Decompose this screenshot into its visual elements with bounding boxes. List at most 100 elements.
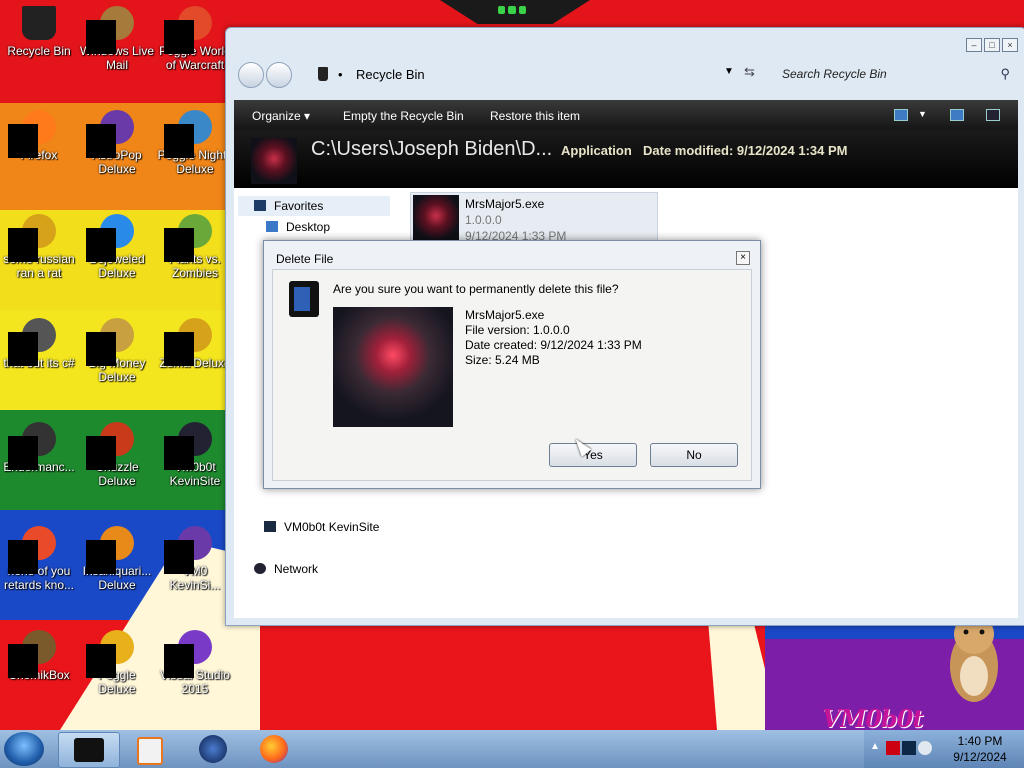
app-icon xyxy=(8,526,56,574)
dialog-close-button[interactable]: × xyxy=(736,251,750,265)
peggle-icon xyxy=(164,6,212,54)
chuzzle-icon xyxy=(86,422,134,470)
yes-button[interactable]: Yes xyxy=(549,443,637,467)
help-icon[interactable] xyxy=(986,109,1000,121)
gadget-indicator xyxy=(498,6,526,14)
nav-item-network[interactable]: Network xyxy=(254,562,318,576)
desktop-icon-label: Recycle Bin xyxy=(7,44,71,58)
date-modified: Date modified: 9/12/2024 1:34 PM xyxy=(643,143,848,158)
desktop-icon-item[interactable]: Peggle World of Warcraft xyxy=(156,2,234,72)
nav-item-favorites[interactable]: Favorites xyxy=(254,199,323,213)
forward-button[interactable] xyxy=(266,62,292,88)
file-version: 1.0.0.0 xyxy=(465,213,502,227)
minimize-button[interactable]: – xyxy=(966,38,982,52)
network-icon xyxy=(254,563,266,574)
file-item[interactable]: MrsMajor5.exe 1.0.0.0 9/12/2024 1:33 PM xyxy=(410,192,658,244)
nav-favorites-label: Favorites xyxy=(274,199,324,213)
desktop-icon-item[interactable]: Peggle Nights Deluxe xyxy=(156,106,234,176)
desktop-icon-item[interactable]: Visual Studio 2015 xyxy=(156,626,234,696)
desktop-icon-item[interactable]: Bejeweled Deluxe xyxy=(78,210,156,280)
file-path: C:\Users\Joseph Biden\D... xyxy=(311,138,553,160)
file-thumbnail xyxy=(251,138,297,184)
desktop-icon-item[interactable]: Big Money Deluxe xyxy=(78,314,156,384)
nav-item-kevinsite[interactable]: VM0b0t KevinSite xyxy=(264,520,379,534)
desktop-icon-item[interactable]: Windows Live Mail xyxy=(78,2,156,72)
close-button[interactable]: × xyxy=(1002,38,1018,52)
address-dropdown-icon[interactable]: ▼ xyxy=(724,66,734,77)
desktop-icon xyxy=(266,221,278,232)
desktop-icon-item[interactable]: Plants vs. Zombies xyxy=(156,210,234,280)
clock[interactable]: 1:40 PM 9/12/2024 xyxy=(936,733,1024,765)
command-bar: Organize ▾ Empty the Recycle Bin Restore… xyxy=(234,100,1018,130)
bejeweled-icon xyxy=(86,214,134,262)
search-icon[interactable]: ⚲ xyxy=(1000,66,1010,82)
desktop-icon-item[interactable]: Zuma Deluxe xyxy=(156,314,234,370)
search-input[interactable]: Search Recycle Bin ⚲ xyxy=(780,64,1012,84)
volume-icon[interactable] xyxy=(918,741,932,755)
window-controls: – □ × xyxy=(966,38,1018,52)
clock-date: 9/12/2024 xyxy=(953,750,1007,764)
date-created: Date created: 9/12/2024 1:33 PM xyxy=(465,338,642,352)
delete-file-dialog: Delete File × Are you sure you want to p… xyxy=(263,240,761,489)
desktop-icon-item[interactable]: some russian ran a rat xyxy=(0,210,78,280)
address-bar[interactable]: • Recycle Bin xyxy=(306,65,746,85)
insaniquarium-icon xyxy=(86,526,134,574)
no-button[interactable]: No xyxy=(650,443,738,467)
desktop-icon-item[interactable]: Chuzzle Deluxe xyxy=(78,418,156,488)
network-tray-icon[interactable] xyxy=(902,741,916,755)
breadcrumb-separator: • xyxy=(338,67,343,82)
address-row: • Recycle Bin ▼ ⇆ Search Recycle Bin ⚲ xyxy=(236,58,1016,92)
media-player-icon xyxy=(137,737,163,765)
dialog-question: Are you sure you want to permanently del… xyxy=(333,282,619,296)
desktop-icon-item[interactable]: that but its c# xyxy=(0,314,78,370)
taskbar-item-firefox[interactable] xyxy=(244,732,304,766)
taskbar-item-media-player[interactable] xyxy=(118,732,178,766)
empty-recycle-bin-button[interactable]: Empty the Recycle Bin xyxy=(343,109,464,123)
nav-desktop-label: Desktop xyxy=(286,220,331,234)
system-tray: ▲ 1:40 PM 9/12/2024 xyxy=(864,730,1024,768)
clock-time: 1:40 PM xyxy=(957,734,1003,748)
desktop-icon-item[interactable]: VM0b0t KevinSite xyxy=(156,418,234,488)
money-bag-icon xyxy=(86,318,134,366)
desktop-icon-item[interactable]: ChomikBox xyxy=(0,626,78,682)
shortcut-icon xyxy=(264,521,276,532)
app-icon xyxy=(164,422,212,470)
desktop-icon-item[interactable]: Firefox xyxy=(0,106,78,162)
file-size: Size: 5.24 MB xyxy=(465,353,540,367)
zuma-icon xyxy=(164,318,212,366)
desktop-icon-item[interactable]: VM0 KevinSi... xyxy=(156,522,234,592)
file-name: MrsMajor5.exe xyxy=(465,308,545,322)
app-icon xyxy=(8,214,56,262)
explorer-icon xyxy=(74,738,104,762)
show-hidden-icons[interactable]: ▲ xyxy=(870,741,884,755)
date-modified-label: Date modified: xyxy=(643,143,734,158)
app-icon xyxy=(164,526,212,574)
views-dropdown-icon[interactable]: ▼ xyxy=(918,109,927,119)
nav-network-label: Network xyxy=(274,562,319,576)
firefox-icon xyxy=(260,735,288,763)
views-icon[interactable] xyxy=(894,109,908,121)
preview-pane-icon[interactable] xyxy=(950,109,964,121)
desktop-icon-item[interactable]: Endermanc... xyxy=(0,418,78,474)
refresh-icon[interactable]: ⇆ xyxy=(744,64,755,80)
desktop-icon-item[interactable]: none of you retards kno... xyxy=(0,522,78,592)
favorites-icon xyxy=(254,200,266,211)
back-button[interactable] xyxy=(238,62,264,88)
start-button[interactable] xyxy=(4,732,44,766)
desktop-icon-item[interactable]: Recycle Bin xyxy=(0,2,78,58)
desktop-icon-item[interactable]: Peggle Deluxe xyxy=(78,626,156,696)
taskbar: ▲ 1:40 PM 9/12/2024 xyxy=(0,730,1024,768)
desktop-icon-item[interactable]: AstroPop Deluxe xyxy=(78,106,156,176)
nav-kevinsite-label: VM0b0t KevinSite xyxy=(284,520,380,534)
nav-item-desktop[interactable]: Desktop xyxy=(266,220,330,234)
tray-app-icon[interactable] xyxy=(886,741,900,755)
desktop-icon-item[interactable]: Insaniquari... Deluxe xyxy=(78,522,156,592)
firefox-icon xyxy=(8,110,56,158)
organize-button[interactable]: Organize ▾ xyxy=(252,109,310,123)
restore-item-button[interactable]: Restore this item xyxy=(490,109,580,123)
taskbar-item-explorer[interactable] xyxy=(58,732,120,768)
dialog-title: Delete File xyxy=(276,252,334,266)
maximize-button[interactable]: □ xyxy=(984,38,1000,52)
taskbar-item-browser[interactable] xyxy=(183,732,243,766)
file-type: Application xyxy=(561,143,632,158)
